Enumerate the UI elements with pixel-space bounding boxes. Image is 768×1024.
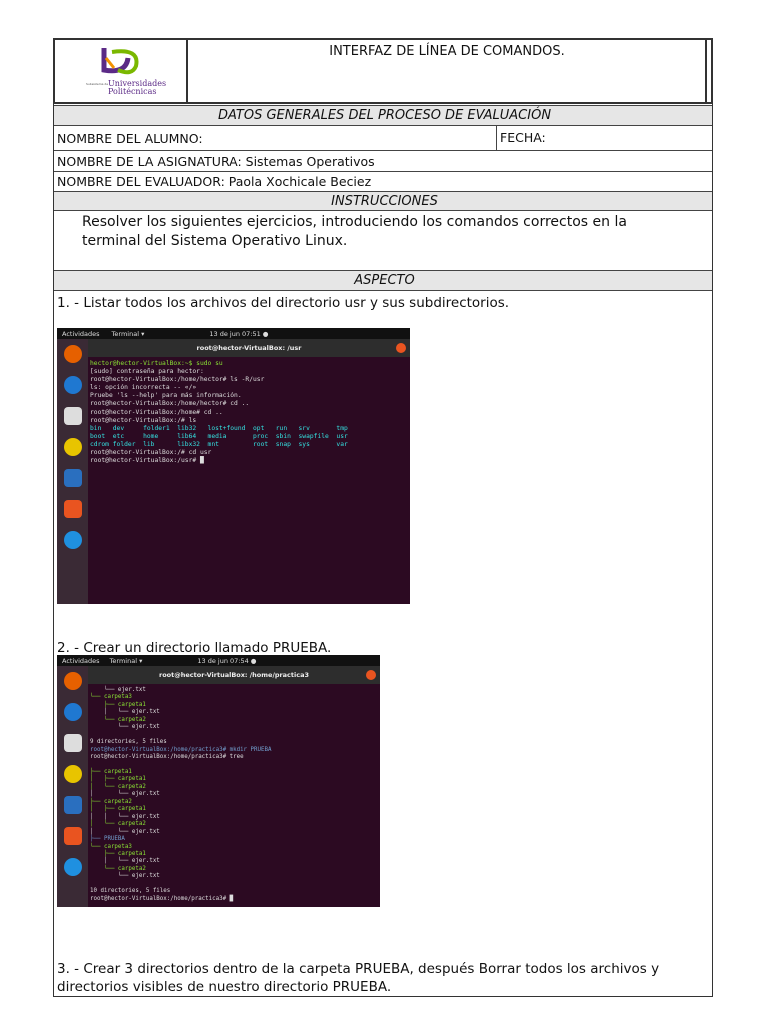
alumno-row: NOMBRE DEL ALUMNO: <box>54 126 712 151</box>
terminal-line: cdrom folder lib libx32 mnt root snap sy… <box>90 440 348 448</box>
close-icon[interactable] <box>396 343 406 353</box>
terminal-line: hector@hector-VirtualBox:~$ sudo su <box>90 360 223 367</box>
terminal-screenshot-1: Actividades Terminal ▾ 13 de jun 07:51 ● r… <box>57 328 410 604</box>
fecha-label: FECHA: <box>500 130 546 145</box>
window-title: root@hector-VirtualBox: /usr <box>88 339 410 357</box>
terminal-line: root@hector-VirtualBox:/# ls <box>90 416 197 424</box>
exercise-1: 1. - Listar todos los archivos del direc… <box>57 295 510 311</box>
terminal-line: [sudo] contraseña para hector: <box>90 368 204 376</box>
logo: Subsistema de Universidades Politécnicas <box>58 42 182 100</box>
evaluador-row: NOMBRE DEL EVALUADOR: Paola Xochicale Be… <box>54 172 712 192</box>
terminal-line: root@hector-VirtualBox:/home/practica3# … <box>90 746 272 753</box>
terminal-line: ├── PRUEBA <box>90 836 125 843</box>
terminal-line: │ ├── carpeta1 <box>90 776 146 783</box>
terminal-line: │ └── ejer.txt <box>90 709 160 716</box>
exercise-3: 3. - Crear 3 directorios dentro de la ca… <box>57 961 660 995</box>
terminal-line: root@hector-VirtualBox:/home/practica3# … <box>90 895 234 902</box>
close-icon[interactable] <box>366 670 376 680</box>
section-aspecto: ASPECTO <box>54 271 712 291</box>
terminal-line: boot etc home lib64 media proc sbin swap… <box>90 432 348 440</box>
terminal-line: 9 directories, 5 files <box>90 739 167 746</box>
terminal-output: hector@hector-VirtualBox:~$ sudo su [sudo… <box>90 360 348 465</box>
section-instrucciones: INSTRUCCIONES <box>54 192 712 211</box>
terminal-line: 10 directories, 5 files <box>90 888 171 895</box>
terminal-line: bin dev folder1 lib32 lost+found opt run… <box>90 424 348 432</box>
alumno-label: NOMBRE DEL ALUMNO: <box>57 130 203 146</box>
activities: Actividades <box>62 329 100 338</box>
terminal-line: │ └── ejer.txt <box>90 828 160 835</box>
terminal-line: └── ejer.txt <box>90 724 160 731</box>
terminal-line: │ └── ejer.txt <box>90 791 160 798</box>
top-bar: Actividades Terminal ▾ 13 de jun 07:54 ● <box>57 655 380 666</box>
terminal-output: └── ejer.txt └── carpeta3 ├── carpeta1 │ … <box>90 687 271 903</box>
asignatura-row: NOMBRE DE LA ASIGNATURA: Sistemas Operat… <box>54 151 712 172</box>
terminal-line: │ └── carpeta2 <box>90 821 146 828</box>
page-title: INTERFAZ DE LÍNEA DE COMANDOS. <box>329 44 565 59</box>
terminal-screenshot-2: Actividades Terminal ▾ 13 de jun 07:54 ● r… <box>57 655 380 907</box>
section-datos-generales: DATOS GENERALES DEL PROCESO DE EVALUACIÓ… <box>54 105 712 126</box>
terminal-line: │ ├── carpeta1 <box>90 806 146 813</box>
dock <box>57 339 88 604</box>
top-bar: Actividades Terminal ▾ 13 de jun 07:51 ● <box>57 328 410 339</box>
divider <box>496 126 497 151</box>
logo-mark-icon <box>101 48 139 75</box>
clock: 13 de jun 07:54 ● <box>197 656 257 665</box>
activities: Actividades <box>62 656 100 665</box>
header-divider <box>705 40 707 103</box>
logo-text: Universidades Politécnicas <box>108 79 167 96</box>
terminal-line: └── ejer.txt <box>90 873 160 880</box>
terminal-line: Pruebe 'ls --help' para más información. <box>90 392 242 400</box>
window-title: root@hector-VirtualBox: /home/practica3 <box>88 666 380 684</box>
terminal-line: └── carpeta3 <box>90 694 132 701</box>
terminal-line: root@hector-VirtualBox:/home# cd .. <box>90 408 223 416</box>
dock <box>57 666 88 907</box>
logo-small-text: Subsistema de <box>86 82 109 86</box>
terminal-line: │ └── ejer.txt <box>90 858 160 865</box>
terminal-line: └── carpeta3 <box>90 843 132 850</box>
exercise-2: 2. - Crear un directorio llamado PRUEBA. <box>57 640 332 656</box>
header-divider <box>186 40 188 103</box>
terminal-line: root@hector-VirtualBox:/# cd usr <box>90 449 212 457</box>
terminal-line: root@hector-VirtualBox:/home/hector# cd … <box>90 400 250 408</box>
terminal-line: root@hector-VirtualBox:/home/practica3# … <box>90 754 244 761</box>
instrucciones-text: Resolver los siguientes ejercicios, intr… <box>54 211 712 271</box>
app-menu: Terminal ▾ <box>109 656 143 665</box>
app-menu: Terminal ▾ <box>111 329 145 338</box>
clock: 13 de jun 07:51 ● <box>209 329 269 338</box>
terminal-line: root@hector-VirtualBox:/usr# █ <box>90 457 204 465</box>
